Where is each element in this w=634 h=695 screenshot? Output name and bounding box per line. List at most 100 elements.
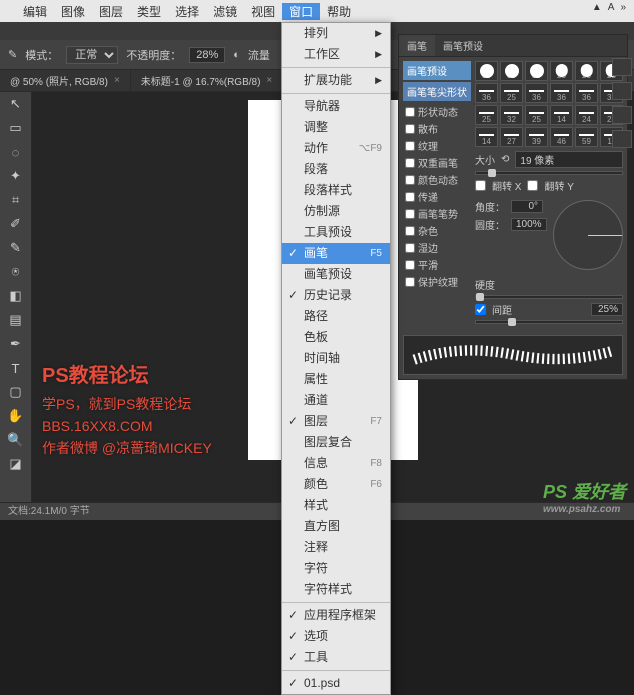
brush-tip[interactable]: 46 [550, 127, 573, 147]
opacity-value[interactable]: 28% [189, 47, 225, 63]
brush-tool-icon[interactable]: ✎ [0, 236, 31, 260]
brush-option[interactable]: 散布 [403, 120, 471, 137]
menu-item[interactable]: 直方图 [282, 516, 390, 537]
brush-tip[interactable]: 36 [550, 83, 573, 103]
brush-option[interactable]: 双重画笔 [403, 154, 471, 171]
brush-option[interactable]: 颜色动态 [403, 171, 471, 188]
brush-tip[interactable]: 36 [575, 83, 598, 103]
brush-tip[interactable]: 25 [575, 61, 598, 81]
text-tool-icon[interactable]: T [0, 356, 31, 380]
document-tab[interactable]: 未标题-1 @ 16.7%(RGB/8) × [131, 70, 283, 91]
brush-option[interactable]: 平滑 [403, 256, 471, 273]
brush-tip[interactable]: 39 [525, 127, 548, 147]
menu-item[interactable]: 路径 [282, 306, 390, 327]
close-icon[interactable]: × [114, 75, 120, 86]
size-slider[interactable] [475, 171, 623, 175]
flipx-checkbox[interactable] [475, 180, 486, 191]
menu-item[interactable]: 图层复合 [282, 432, 390, 453]
brush-tip[interactable]: 25 [475, 105, 498, 125]
brush-option[interactable]: 形状动态 [403, 103, 471, 120]
brush-option[interactable]: 画笔笔势 [403, 205, 471, 222]
flip-icon[interactable]: ⟲ [501, 154, 509, 165]
pen-tool-icon[interactable]: ✒ [0, 332, 31, 356]
brush-option[interactable]: 传递 [403, 188, 471, 205]
lasso-tool-icon[interactable]: ◌ [0, 140, 31, 164]
menu-item[interactable]: ✓画笔F5 [282, 243, 390, 264]
roundness-value[interactable]: 100% [511, 218, 547, 231]
menu-window[interactable]: 窗口 [282, 3, 320, 20]
spacing-slider[interactable] [475, 320, 623, 324]
menu-type[interactable]: 类型 [130, 3, 168, 20]
spacing-value[interactable]: 25% [591, 303, 623, 316]
menu-item[interactable]: ✓01.psd [282, 673, 390, 694]
brush-tip[interactable]: 25 [550, 61, 573, 81]
panel-icon[interactable] [612, 82, 632, 100]
brush-tip[interactable]: 14 [475, 127, 498, 147]
hand-tool-icon[interactable]: ✋ [0, 404, 31, 428]
menu-item[interactable]: 颜色F6 [282, 474, 390, 495]
brush-tip[interactable]: 14 [550, 105, 573, 125]
menu-item[interactable]: ✓应用程序框架 [282, 605, 390, 626]
crop-tool-icon[interactable]: ⌗ [0, 188, 31, 212]
brush-presets-header[interactable]: 画笔预设 [403, 61, 471, 80]
gradient-tool-icon[interactable]: ▤ [0, 308, 31, 332]
menu-layer[interactable]: 图层 [92, 3, 130, 20]
brush-tip[interactable]: 30 [500, 61, 523, 81]
tab-brush-presets[interactable]: 画笔预设 [435, 35, 491, 56]
brush-tip[interactable]: 36 [475, 83, 498, 103]
marquee-tool-icon[interactable]: ▭ [0, 116, 31, 140]
brush-tip[interactable]: 24 [575, 105, 598, 125]
brush-tool-icon[interactable]: ✎ [8, 48, 17, 61]
tab-brush[interactable]: 画笔 [399, 35, 435, 56]
panel-icon[interactable] [612, 130, 632, 148]
zoom-tool-icon[interactable]: 🔍 [0, 428, 31, 452]
menu-item[interactable]: 工作区▶ [282, 44, 390, 65]
angle-value[interactable]: 0° [511, 200, 543, 213]
brush-option[interactable]: 杂色 [403, 222, 471, 239]
menu-item[interactable]: 段落样式 [282, 180, 390, 201]
brush-tip[interactable]: 32 [500, 105, 523, 125]
size-value[interactable]: 19 像素 [515, 151, 623, 168]
brush-tip[interactable]: 59 [575, 127, 598, 147]
menu-item[interactable]: 仿制源 [282, 201, 390, 222]
menu-item[interactable]: 工具预设 [282, 222, 390, 243]
menu-select[interactable]: 选择 [168, 3, 206, 20]
brush-option[interactable]: 纹理 [403, 137, 471, 154]
menu-item[interactable]: 排列▶ [282, 23, 390, 44]
stamp-tool-icon[interactable]: ⍟ [0, 260, 31, 284]
menu-image[interactable]: 图像 [54, 3, 92, 20]
menu-filter[interactable]: 滤镜 [206, 3, 244, 20]
menu-item[interactable]: 导航器 [282, 96, 390, 117]
spacing-checkbox[interactable] [475, 304, 486, 315]
eyedropper-tool-icon[interactable]: ✐ [0, 212, 31, 236]
brush-tip[interactable]: 27 [500, 127, 523, 147]
menu-edit[interactable]: 编辑 [16, 3, 54, 20]
menu-item[interactable]: 段落 [282, 159, 390, 180]
swatch-icon[interactable]: ◪ [0, 452, 31, 476]
menu-view[interactable]: 视图 [244, 3, 282, 20]
brush-option[interactable]: 湿边 [403, 239, 471, 256]
brush-tip[interactable]: 30 [475, 61, 498, 81]
menu-item[interactable]: ✓选项 [282, 626, 390, 647]
menu-item[interactable]: 通道 [282, 390, 390, 411]
angle-control[interactable] [553, 200, 623, 270]
menu-help[interactable]: 帮助 [320, 3, 358, 20]
move-tool-icon[interactable]: ↖ [0, 92, 31, 116]
panel-icon[interactable] [612, 106, 632, 124]
mode-select[interactable]: 正常 [66, 46, 118, 64]
wand-tool-icon[interactable]: ✦ [0, 164, 31, 188]
menu-item[interactable]: ✓图层F7 [282, 411, 390, 432]
brush-tip[interactable]: 30 [525, 61, 548, 81]
menu-item[interactable]: 字符样式 [282, 579, 390, 600]
menu-item[interactable]: 字符 [282, 558, 390, 579]
menu-item[interactable]: 样式 [282, 495, 390, 516]
document-tab[interactable]: @ 50% (照片, RGB/8) × [0, 70, 131, 91]
eraser-tool-icon[interactable]: ◧ [0, 284, 31, 308]
brush-tip-shape-header[interactable]: 画笔笔尖形状 [403, 82, 471, 101]
menu-item[interactable]: 动作⌥F9 [282, 138, 390, 159]
panel-icon[interactable] [612, 58, 632, 76]
brush-tip[interactable]: 25 [500, 83, 523, 103]
menu-item[interactable]: ✓历史记录 [282, 285, 390, 306]
menu-item[interactable]: ✓工具 [282, 647, 390, 668]
menu-item[interactable]: 信息F8 [282, 453, 390, 474]
